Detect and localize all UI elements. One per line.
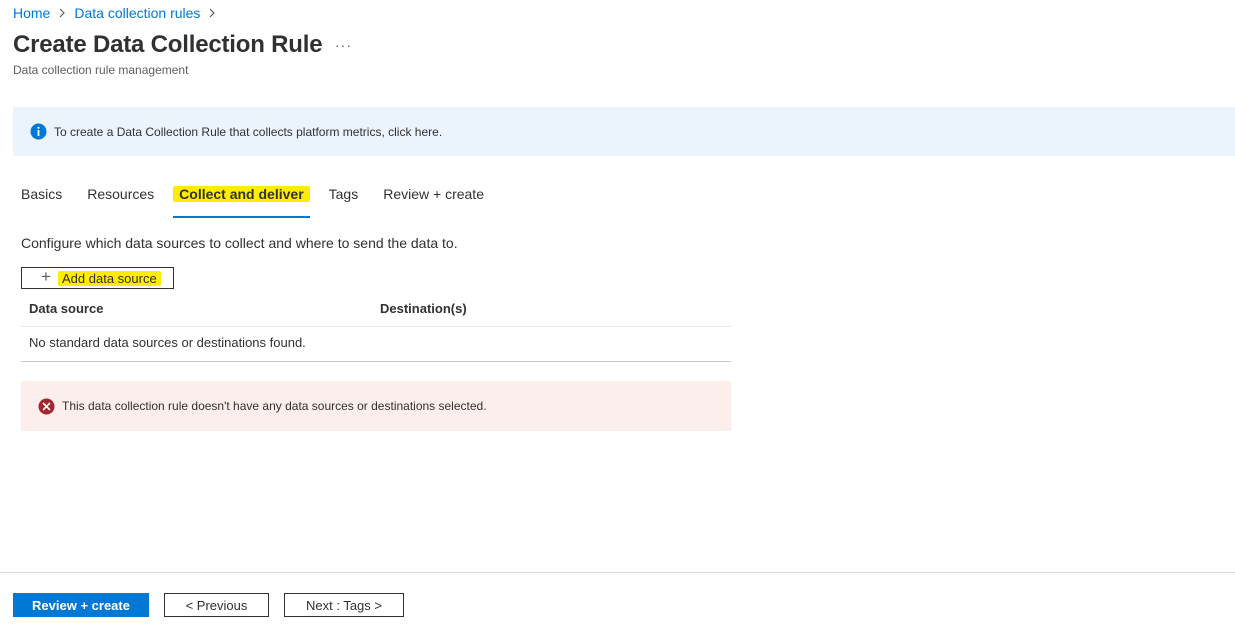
column-header-data-source[interactable]: Data source: [29, 301, 103, 316]
breadcrumb: Home Data collection rules: [13, 4, 224, 22]
chevron-right-icon: [58, 8, 66, 18]
add-data-source-button[interactable]: + Add data source: [21, 267, 174, 289]
table-row: No standard data sources or destinations…: [21, 327, 731, 362]
breadcrumb-home[interactable]: Home: [13, 5, 50, 21]
tab-review-create[interactable]: Review + create: [383, 184, 484, 212]
more-options-button[interactable]: ···: [335, 37, 352, 53]
error-message: This data collection rule doesn't have a…: [62, 399, 487, 413]
tab-bar: Basics Resources Collect and deliver Tag…: [21, 184, 509, 218]
tab-tags[interactable]: Tags: [329, 184, 359, 212]
info-banner-link[interactable]: To create a Data Collection Rule that co…: [54, 125, 442, 139]
tab-collect-and-deliver[interactable]: Collect and deliver: [173, 184, 311, 218]
next-tags-button[interactable]: Next : Tags >: [284, 593, 404, 617]
breadcrumb-data-collection-rules[interactable]: Data collection rules: [74, 5, 200, 21]
data-sources-table: Data source Destination(s) No standard d…: [21, 292, 731, 362]
error-circle-icon: [38, 398, 55, 415]
review-create-button[interactable]: Review + create: [13, 593, 149, 617]
empty-table-message: No standard data sources or destinations…: [29, 335, 306, 350]
info-icon: [30, 123, 47, 140]
page-subtitle: Data collection rule management: [13, 63, 189, 77]
section-description: Configure which data sources to collect …: [21, 235, 458, 251]
tab-label: Collect and deliver: [173, 186, 310, 202]
tab-resources[interactable]: Resources: [87, 184, 154, 212]
tab-basics[interactable]: Basics: [21, 184, 62, 212]
table-header: Data source Destination(s): [21, 292, 731, 327]
column-header-destinations[interactable]: Destination(s): [380, 301, 467, 316]
info-banner: To create a Data Collection Rule that co…: [13, 107, 1235, 156]
footer-divider: [0, 572, 1235, 573]
previous-button[interactable]: < Previous: [164, 593, 269, 617]
add-data-source-label: Add data source: [58, 271, 161, 286]
page-title: Create Data Collection Rule: [13, 31, 323, 58]
error-banner: This data collection rule doesn't have a…: [21, 381, 731, 431]
plus-icon: +: [41, 267, 51, 286]
chevron-right-icon: [208, 8, 216, 18]
